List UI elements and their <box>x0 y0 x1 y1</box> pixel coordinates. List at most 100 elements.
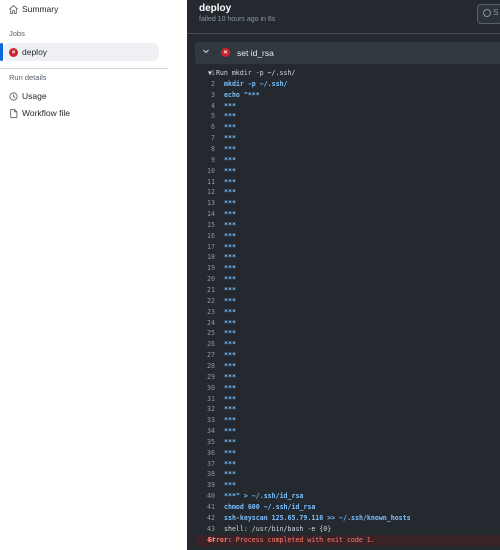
line-number[interactable]: 33 <box>195 415 215 426</box>
line-number[interactable]: 12 <box>195 187 215 198</box>
log-line[interactable]: 19 *** <box>195 263 500 274</box>
line-number[interactable]: 22 <box>195 296 215 307</box>
clock-icon <box>9 91 18 101</box>
log-line[interactable]: 4 *** <box>195 101 500 112</box>
line-number[interactable]: 9 <box>195 155 215 166</box>
log-line[interactable]: 13 *** <box>195 198 500 209</box>
usage-link[interactable]: Usage <box>0 87 168 105</box>
log-line[interactable]: 34 *** <box>195 426 500 437</box>
log-line[interactable]: 30 *** <box>195 383 500 394</box>
log-line[interactable]: 22 *** <box>195 296 500 307</box>
line-number[interactable]: 37 <box>195 459 215 470</box>
line-number[interactable]: 16 <box>195 231 215 242</box>
line-number[interactable]: 42 <box>195 513 215 524</box>
line-text: *** <box>224 177 236 186</box>
line-number[interactable]: 27 <box>195 350 215 361</box>
line-text: *** <box>224 470 236 479</box>
log-line[interactable]: 2 mkdir -p ~/.ssh/ <box>195 79 500 90</box>
line-number[interactable]: 2 <box>195 79 215 90</box>
workflow-file-link[interactable]: Workflow file <box>0 104 168 122</box>
log-line[interactable]: 37 *** <box>195 459 500 470</box>
log-line[interactable]: 1 ▼ Run mkdir -p ~/.ssh/ <box>195 68 500 79</box>
line-number[interactable]: 24 <box>195 318 215 329</box>
log-line[interactable]: 21 *** <box>195 285 500 296</box>
log-line[interactable]: 20 *** <box>195 274 500 285</box>
log-line[interactable]: 28 *** <box>195 361 500 372</box>
log-line[interactable]: 10 *** <box>195 166 500 177</box>
line-number[interactable]: 7 <box>195 133 215 144</box>
log-line[interactable]: 7 *** <box>195 133 500 144</box>
line-number[interactable]: 17 <box>195 242 215 253</box>
line-number[interactable]: 38 <box>195 469 215 480</box>
log-line[interactable]: 24 *** <box>195 318 500 329</box>
log-line[interactable]: 35 *** <box>195 437 500 448</box>
line-number[interactable]: 31 <box>195 394 215 405</box>
line-number[interactable]: 25 <box>195 328 215 339</box>
chevron-down-icon[interactable] <box>202 47 210 57</box>
line-number[interactable]: 39 <box>195 480 215 491</box>
line-number[interactable]: 23 <box>195 307 215 318</box>
log-line[interactable]: 42 ssh-keyscan 125.65.79.116 >> ~/.ssh/kn… <box>195 513 500 524</box>
line-number[interactable]: 35 <box>195 437 215 448</box>
line-number[interactable]: 6 <box>195 122 215 133</box>
log-line[interactable]: 23 *** <box>195 307 500 318</box>
summary-link[interactable]: Summary <box>0 0 168 18</box>
log-line[interactable]: 29 *** <box>195 372 500 383</box>
line-number[interactable]: 10 <box>195 166 215 177</box>
line-text: *** <box>224 416 236 425</box>
sidebar-item-deploy[interactable]: × deploy <box>0 43 168 61</box>
log-line[interactable]: 39 *** <box>195 480 500 491</box>
line-number[interactable]: 13 <box>195 198 215 209</box>
line-number[interactable]: 4 <box>195 101 215 112</box>
line-number[interactable]: 19 <box>195 263 215 274</box>
line-number[interactable]: 5 <box>195 111 215 122</box>
log-line[interactable]: 17 *** <box>195 242 500 253</box>
log-line[interactable]: 38 *** <box>195 469 500 480</box>
line-number[interactable]: 18 <box>195 252 215 263</box>
log-line[interactable]: 26 *** <box>195 339 500 350</box>
log-line[interactable]: 3 echo "*** <box>195 90 500 101</box>
log-line[interactable]: 5 *** <box>195 111 500 122</box>
search-logs-input[interactable]: S <box>477 4 500 24</box>
log-line[interactable]: 41 chmod 600 ~/.ssh/id_rsa <box>195 502 500 513</box>
step-header[interactable]: × set id_rsa <box>195 42 500 64</box>
log-line[interactable]: 27 *** <box>195 350 500 361</box>
line-text: *** <box>224 448 236 457</box>
line-number[interactable]: 34 <box>195 426 215 437</box>
log-line[interactable]: 33 *** <box>195 415 500 426</box>
log-line[interactable]: 8 *** <box>195 144 500 155</box>
log-line[interactable]: 6 *** <box>195 122 500 133</box>
log-line[interactable]: 16 *** <box>195 231 500 242</box>
line-number[interactable]: 20 <box>195 274 215 285</box>
log-line[interactable]: 15 *** <box>195 220 500 231</box>
line-number[interactable]: 21 <box>195 285 215 296</box>
line-number[interactable]: 40 <box>195 491 215 502</box>
line-number[interactable]: 36 <box>195 448 215 459</box>
line-number[interactable]: 41 <box>195 502 215 513</box>
line-text: mkdir -p ~/.ssh/ <box>224 79 288 88</box>
line-number[interactable]: 11 <box>195 177 215 188</box>
line-number[interactable]: 15 <box>195 220 215 231</box>
line-number[interactable]: 29 <box>195 372 215 383</box>
log-line[interactable]: 18 *** <box>195 252 500 263</box>
line-number[interactable]: 32 <box>195 404 215 415</box>
log-line-error[interactable]: 44 Error: Process completed with exit cod… <box>195 534 500 546</box>
line-number[interactable]: 30 <box>195 383 215 394</box>
log-line[interactable]: 36 *** <box>195 448 500 459</box>
log-line[interactable]: 32 *** <box>195 404 500 415</box>
line-number[interactable]: 26 <box>195 339 215 350</box>
line-number[interactable]: 28 <box>195 361 215 372</box>
line-text: *** <box>224 318 236 327</box>
line-number[interactable]: 8 <box>195 144 215 155</box>
line-number[interactable]: 14 <box>195 209 215 220</box>
log-line[interactable]: 43 shell: /usr/bin/bash -e {0} <box>195 524 500 535</box>
line-number[interactable]: 43 <box>195 524 215 535</box>
log-line[interactable]: 25 *** <box>195 328 500 339</box>
log-line[interactable]: 9 *** <box>195 155 500 166</box>
log-line[interactable]: 40 ***" > ~/.ssh/id_rsa <box>195 491 500 502</box>
log-line[interactable]: 14 *** <box>195 209 500 220</box>
log-line[interactable]: 31 *** <box>195 394 500 405</box>
line-number[interactable]: 3 <box>195 90 215 101</box>
log-line[interactable]: 11 *** <box>195 177 500 188</box>
log-line[interactable]: 12 *** <box>195 187 500 198</box>
